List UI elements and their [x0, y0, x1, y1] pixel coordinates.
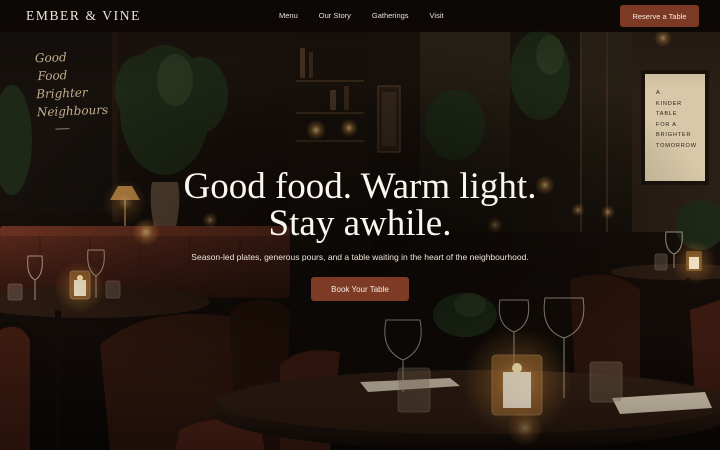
- chalkboard-lettering: Good Food Brighter Neighbours: [35, 47, 109, 130]
- reserve-table-button[interactable]: Reserve a Table: [620, 5, 699, 27]
- brand-logo[interactable]: EMBER & VINE: [26, 8, 141, 24]
- top-navigation-bar: EMBER & VINE Menu Our Story Gatherings V…: [0, 0, 720, 32]
- chalkboard-line: Neighbours: [36, 102, 109, 120]
- hero-subtitle: Season-led plates, generous pours, and a…: [191, 252, 529, 262]
- nav-link-visit[interactable]: Visit: [430, 11, 444, 20]
- hero-headline: Good food. Warm light. Stay awhile.: [0, 168, 720, 242]
- poster-line: A: [656, 90, 661, 96]
- book-table-button[interactable]: Book Your Table: [311, 277, 409, 301]
- primary-nav-links: Menu Our Story Gatherings Visit: [279, 11, 465, 20]
- nav-link-our-story[interactable]: Our Story: [319, 11, 351, 20]
- nav-link-gatherings[interactable]: Gatherings: [372, 11, 409, 20]
- poster-line: TOMORROW: [656, 142, 697, 149]
- hero-headline-line-1: Good food. Warm light.: [183, 166, 537, 207]
- poster-line: BRIGHTER: [656, 132, 692, 138]
- framed-poster-text: A KINDER TABLE FOR A BRIGHTER TOMORROW: [656, 88, 696, 151]
- poster-line: FOR A: [656, 121, 677, 128]
- nav-link-menu[interactable]: Menu: [279, 11, 298, 20]
- poster-line: KINDER: [656, 100, 682, 107]
- poster-line: TABLE: [656, 111, 678, 117]
- hero-headline-line-2: Stay awhile.: [268, 203, 452, 244]
